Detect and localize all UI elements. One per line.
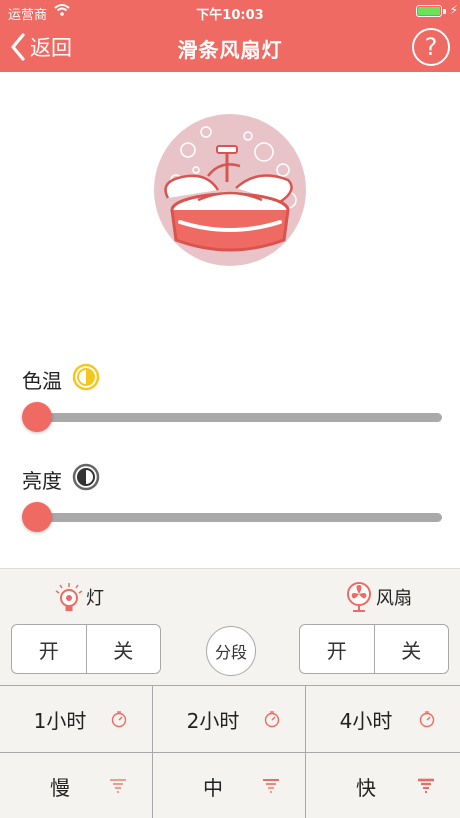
wind-medium-icon — [263, 779, 279, 793]
status-bar: 运营商 下午10:03 ⚡ — [0, 0, 460, 23]
fan-off-button[interactable]: 关 — [373, 625, 449, 673]
light-on-button[interactable]: 开 — [12, 625, 86, 673]
speed-label: 慢 — [50, 775, 70, 800]
segment-button[interactable]: 分段 — [206, 626, 256, 676]
fan-icon — [347, 582, 371, 612]
fan-on-button[interactable]: 开 — [300, 625, 374, 673]
stopwatch-icon — [111, 711, 127, 728]
light-label: 灯 — [86, 588, 104, 609]
brightness-track[interactable] — [34, 513, 442, 522]
help-icon: ? — [424, 33, 438, 61]
color-temp-control: 色温 — [22, 363, 442, 434]
timer-label: 2小时 — [186, 708, 240, 733]
color-temp-label: 色温 — [22, 368, 62, 393]
fan-lamp-illustration — [148, 110, 312, 274]
light-section-title: 灯 — [52, 581, 104, 613]
speed-fast-button[interactable]: 快 — [306, 753, 460, 818]
timer-1h-button[interactable]: 1小时 — [0, 686, 153, 753]
lightbulb-icon — [55, 583, 83, 611]
wind-fast-icon — [418, 778, 434, 793]
timer-label: 4小时 — [339, 708, 393, 733]
brightness-thumb[interactable] — [22, 502, 52, 532]
timer-speed-grid: 1小时 2小时 4小时 慢 中 快 — [0, 685, 460, 818]
battery-tip — [443, 9, 446, 14]
color-temp-icon — [72, 363, 100, 395]
status-time: 下午10:03 — [196, 8, 264, 23]
help-button[interactable]: ? — [412, 28, 450, 66]
charging-icon: ⚡ — [449, 3, 458, 17]
timer-label: 1小时 — [33, 708, 87, 733]
brightness-label: 亮度 — [22, 468, 62, 493]
color-temp-track[interactable] — [34, 413, 442, 422]
speed-medium-button[interactable]: 中 — [153, 753, 306, 818]
timer-4h-button[interactable]: 4小时 — [306, 686, 460, 753]
brightness-control: 亮度 — [22, 463, 442, 534]
wind-slow-icon — [110, 779, 126, 793]
stopwatch-icon — [264, 711, 280, 728]
control-panel: 灯 风扇 开 关 分段 开 关 1小时 2小时 4小时 慢 中 快 — [0, 568, 460, 818]
speed-label: 快 — [356, 775, 376, 800]
timer-2h-button[interactable]: 2小时 — [153, 686, 306, 753]
battery-icon — [416, 5, 442, 17]
page-title: 滑条风扇灯 — [177, 38, 283, 62]
light-switch: 开 关 — [11, 624, 161, 674]
speed-slow-button[interactable]: 慢 — [0, 753, 153, 818]
fan-label: 风扇 — [376, 588, 412, 609]
fan-section-title: 风扇 — [344, 581, 412, 613]
brightness-icon — [72, 463, 100, 495]
fan-switch: 开 关 — [299, 624, 449, 674]
light-off-button[interactable]: 关 — [85, 625, 161, 673]
color-temp-thumb[interactable] — [22, 402, 52, 432]
stopwatch-icon — [419, 711, 435, 728]
nav-bar: 返回 滑条风扇灯 ? — [0, 22, 460, 72]
speed-label: 中 — [203, 775, 223, 800]
